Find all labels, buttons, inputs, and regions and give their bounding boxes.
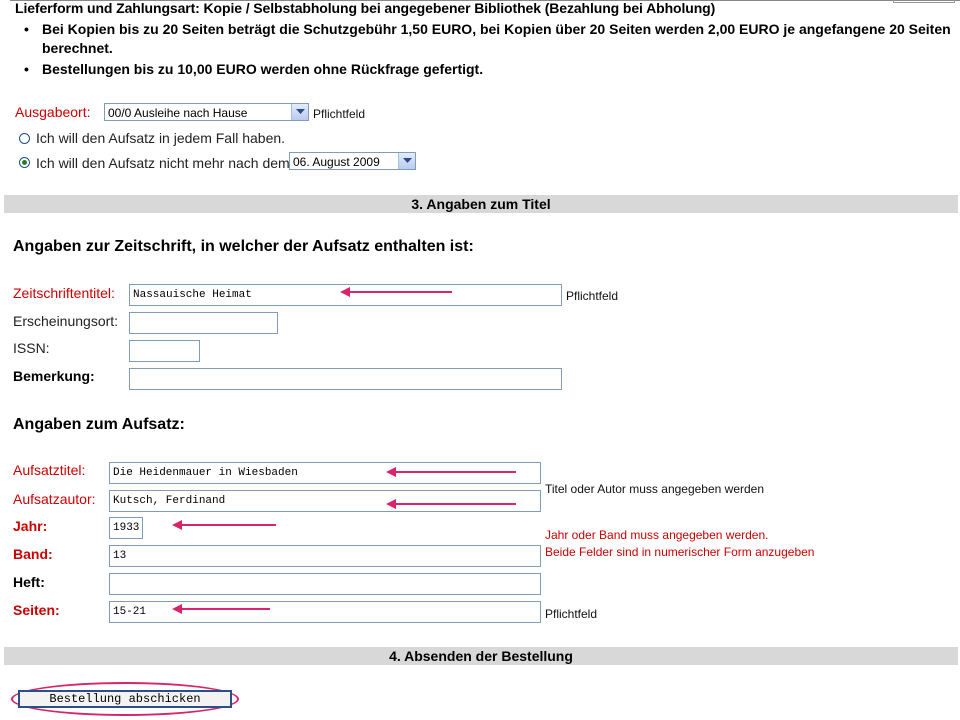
fee-info-text: Bei Kopien bis zu 20 Seiten beträgt die … (42, 21, 951, 37)
volume-label: Band: (13, 546, 53, 562)
pages-label: Seiten: (13, 602, 60, 618)
chevron-down-icon[interactable] (398, 153, 415, 169)
publication-place-input[interactable] (129, 312, 278, 334)
annotation-arrow-icon (340, 287, 452, 297)
annotation-arrow-icon (172, 520, 276, 530)
year-volume-hint: Jahr oder Band muss angegeben werden. (545, 528, 769, 542)
pickup-location-value: 00/0 Ausleihe nach Hause (108, 106, 248, 120)
chevron-down-icon[interactable] (291, 104, 308, 120)
deadline-date-select[interactable]: 06. August 2009 (289, 152, 416, 170)
year-volume-format-hint: Beide Felder sind in numerischer Form an… (545, 545, 815, 559)
bullet-dot: • (24, 61, 29, 77)
bullet-dot: • (24, 21, 29, 37)
deadline-date-value: 06. August 2009 (293, 155, 380, 169)
radio-deadline[interactable] (19, 157, 30, 168)
pickup-location-select[interactable]: 00/0 Ausleihe nach Hause (104, 103, 309, 121)
section-title-bar: 4. Absenden der Bestellung (4, 647, 958, 665)
publication-place-label: Erscheinungsort: (13, 313, 119, 329)
issue-label: Heft: (13, 574, 45, 590)
delivery-method-title: Lieferform und Zahlungsart: Kopie / Selb… (15, 0, 716, 16)
pages-hint: Pflichtfeld (545, 607, 598, 621)
issue-input[interactable] (109, 573, 541, 595)
article-section-heading: Angaben zum Aufsatz: (13, 416, 185, 433)
title-author-hint: Titel oder Autor muss angegeben werden (545, 482, 765, 496)
issn-label: ISSN: (13, 340, 50, 356)
radio-always-label: Ich will den Aufsatz in jedem Fall haben… (36, 130, 286, 146)
top-box-edge (893, 0, 955, 3)
year-input[interactable]: 1933 (109, 517, 143, 539)
annotation-arrow-icon (386, 467, 516, 477)
section-title-bar: 3. Angaben zum Titel (4, 195, 958, 213)
pickup-location-label: Ausgabeort: (15, 104, 91, 120)
journal-title-hint: Pflichtfeld (566, 289, 619, 303)
annotation-arrow-icon (172, 604, 270, 614)
journal-section-heading: Angaben zur Zeitschrift, in welcher der … (13, 238, 474, 255)
article-author-label: Aufsatzautor: (13, 491, 96, 507)
year-label: Jahr: (13, 518, 48, 534)
submit-order-button[interactable]: Bestellung abschicken (18, 690, 232, 708)
issn-input[interactable] (129, 340, 200, 362)
order-limit-text: Bestellungen bis zu 10,00 EURO werden oh… (42, 61, 484, 77)
volume-input[interactable]: 13 (109, 545, 541, 567)
remark-input[interactable] (129, 368, 562, 390)
annotation-arrow-icon (386, 499, 516, 509)
remark-label: Bemerkung: (13, 368, 95, 384)
pickup-location-hint: Pflichtfeld (313, 107, 366, 121)
fee-info-text-continued: berechnet. (42, 40, 113, 56)
radio-deadline-label: Ich will den Aufsatz nicht mehr nach dem (36, 155, 290, 171)
radio-always[interactable] (19, 133, 30, 144)
article-title-label: Aufsatztitel: (13, 462, 86, 478)
journal-title-label: Zeitschriftentitel: (13, 285, 115, 301)
